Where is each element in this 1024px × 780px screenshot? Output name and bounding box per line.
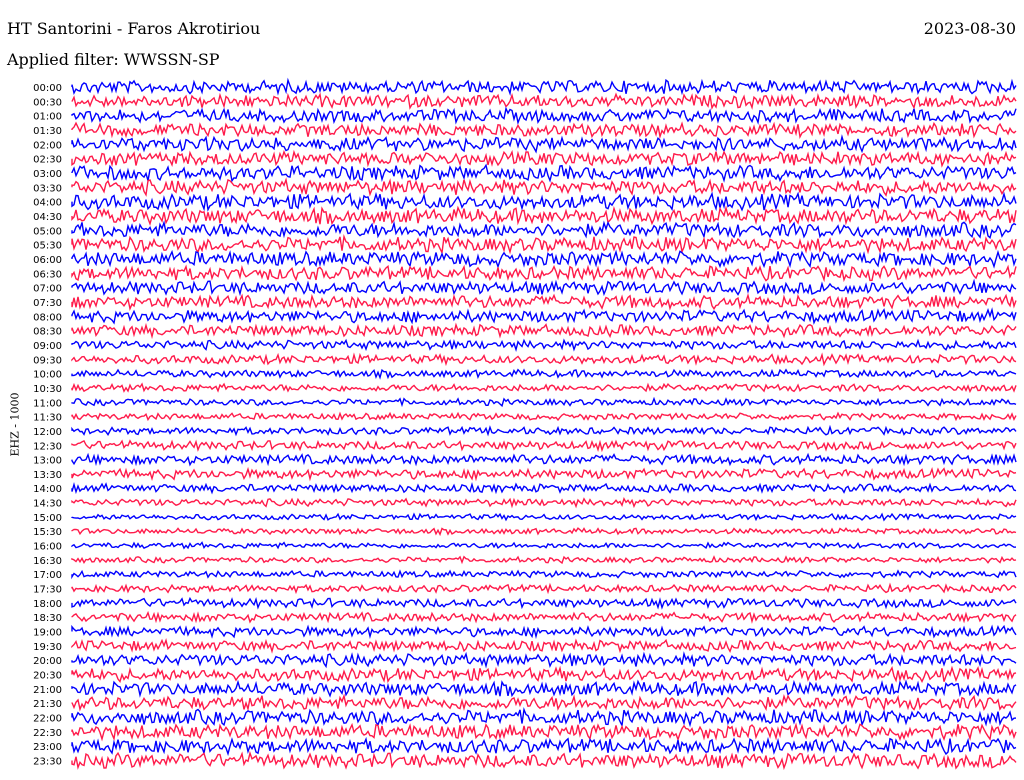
- seismic-trace: [71, 541, 1017, 550]
- time-tick-label: 07:30: [33, 298, 62, 309]
- time-tick-label: 06:00: [33, 255, 62, 266]
- seismic-trace: [71, 439, 1017, 453]
- seismic-trace: [71, 322, 1017, 340]
- time-tick-label: 15:30: [33, 527, 62, 538]
- helicorder-plot: 00:00 00:30 01:00 01:30 02:00 02:30 03:00 03:30…: [33, 77, 1017, 771]
- time-tick-label: 00:30: [33, 97, 62, 108]
- seismic-trace: [71, 596, 1017, 610]
- time-tick-label: 13:00: [33, 456, 62, 467]
- seismic-trace: [71, 264, 1017, 283]
- time-tick-label: 00:00: [33, 83, 62, 94]
- time-tick-label: 19:30: [33, 642, 62, 653]
- seismic-trace: [71, 750, 1017, 771]
- time-tick-label: 09:30: [33, 355, 62, 366]
- seismic-trace: [71, 382, 1017, 394]
- time-tick-label: 23:30: [33, 757, 62, 768]
- seismic-trace: [71, 278, 1017, 297]
- seismic-trace: [71, 205, 1017, 227]
- seismic-trace: [71, 679, 1017, 698]
- seismic-trace: [71, 220, 1017, 239]
- seismic-trace: [71, 338, 1017, 352]
- seismic-trace: [71, 134, 1017, 154]
- seismic-trace: [71, 466, 1017, 482]
- seismic-trace: [71, 482, 1017, 495]
- time-tick-label: 05:30: [33, 241, 62, 252]
- time-tick-label: 17:00: [33, 570, 62, 581]
- time-tick-label: 11:00: [33, 398, 62, 409]
- time-tick-label: 04:30: [33, 212, 62, 223]
- time-tick-label: 02:00: [33, 140, 62, 151]
- time-tick-label: 20:30: [33, 671, 62, 682]
- seismic-trace: [71, 307, 1017, 325]
- seismic-trace: [71, 424, 1017, 437]
- time-tick-label: 19:00: [33, 628, 62, 639]
- seismic-trace: [71, 722, 1017, 742]
- time-tick-label: 13:30: [33, 470, 62, 481]
- seismic-trace: [71, 638, 1017, 654]
- seismic-trace: [71, 497, 1017, 509]
- time-tick-label: 12:30: [33, 441, 62, 452]
- seismic-trace: [71, 177, 1017, 197]
- time-tick-label: 12:00: [33, 427, 62, 438]
- time-tick-label: 11:30: [33, 413, 62, 424]
- seismic-trace: [71, 610, 1017, 624]
- time-tick-label: 05:00: [33, 226, 62, 237]
- time-tick-label: 21:30: [33, 699, 62, 710]
- time-tick-label: 03:00: [33, 169, 62, 180]
- time-tick-label: 22:30: [33, 728, 62, 739]
- seismic-trace: [71, 693, 1017, 712]
- time-tick-label: 17:30: [33, 585, 62, 596]
- time-tick-label: 20:00: [33, 656, 62, 667]
- time-tick-label: 09:00: [33, 341, 62, 352]
- time-tick-label: 06:30: [33, 269, 62, 280]
- time-tick-label: 01:00: [33, 112, 62, 123]
- time-tick-label: 15:00: [33, 513, 62, 524]
- seismic-trace: [71, 234, 1017, 255]
- time-tick-label: 07:00: [33, 284, 62, 295]
- time-tick-label: 18:30: [33, 613, 62, 624]
- seismic-trace: [71, 249, 1017, 269]
- seismic-trace: [71, 106, 1017, 126]
- time-tick-label: 14:00: [33, 484, 62, 495]
- seismic-trace: [71, 665, 1017, 684]
- time-tick-label: 22:00: [33, 714, 62, 725]
- time-tick-label: 16:30: [33, 556, 62, 567]
- time-tick-label: 10:30: [33, 384, 62, 395]
- time-tick-label: 10:00: [33, 370, 62, 381]
- time-tick-label: 08:30: [33, 327, 62, 338]
- time-tick-label: 01:30: [33, 126, 62, 137]
- seismic-trace: [71, 92, 1017, 110]
- time-tick-label: 03:30: [33, 183, 62, 194]
- seismic-trace: [71, 368, 1017, 380]
- seismic-trace: [71, 527, 1017, 537]
- seismic-trace: [71, 569, 1017, 580]
- seismic-trace: [71, 163, 1017, 183]
- seismic-trace: [71, 396, 1017, 408]
- seismic-trace: [71, 512, 1017, 522]
- seismic-trace: [71, 149, 1017, 168]
- time-tick-label: 16:00: [33, 542, 62, 553]
- time-tick-label: 02:30: [33, 155, 62, 166]
- seismic-trace: [71, 191, 1017, 212]
- time-tick-label: 08:00: [33, 312, 62, 323]
- seismic-trace: [71, 651, 1017, 669]
- seismic-trace: [71, 706, 1017, 728]
- seismic-trace: [71, 555, 1017, 565]
- seismic-trace: [71, 352, 1017, 367]
- seismic-trace: [71, 624, 1017, 640]
- time-tick-label: 18:00: [33, 599, 62, 610]
- seismic-trace: [71, 292, 1017, 311]
- seismic-trace: [71, 121, 1017, 140]
- seismic-trace: [71, 582, 1017, 595]
- seismic-trace: [71, 411, 1017, 422]
- time-tick-label: 04:00: [33, 198, 62, 209]
- time-tick-label: 14:30: [33, 499, 62, 510]
- time-tick-label: 23:00: [33, 742, 62, 753]
- time-tick-label: 21:00: [33, 685, 62, 696]
- seismic-trace: [71, 736, 1017, 757]
- seismic-trace: [71, 452, 1017, 467]
- seismic-trace: [71, 77, 1017, 97]
